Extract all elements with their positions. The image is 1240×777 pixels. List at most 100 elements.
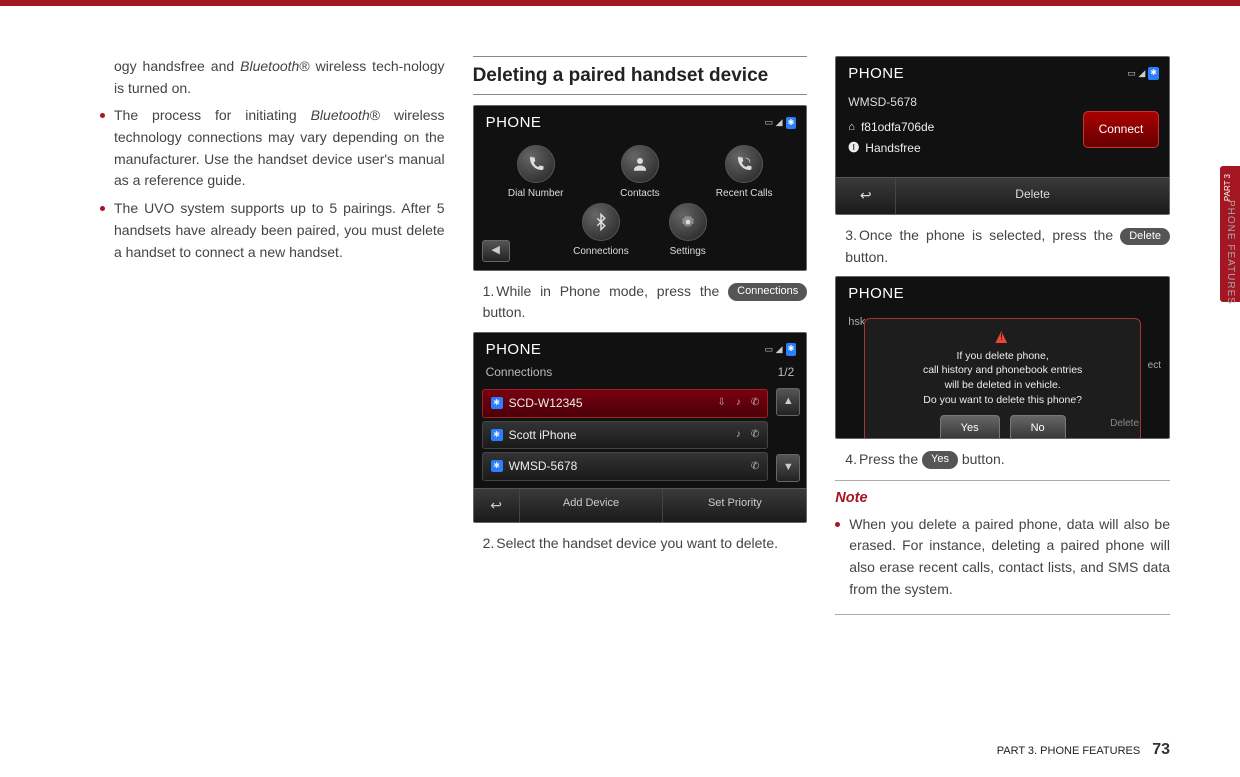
handsfree-icon: 🅘	[848, 140, 859, 157]
device-name: Scott iPhone	[509, 426, 577, 445]
device-row[interactable]: ✱ WMSD-5678 ✆	[482, 452, 769, 481]
menu-contacts[interactable]: Contacts	[620, 145, 659, 202]
delete-button[interactable]: Delete	[896, 178, 1169, 214]
gear-icon	[679, 213, 697, 231]
bullet-item: ogy handsfree and Bluetooth® wireless te…	[100, 56, 445, 99]
step-text: button.	[845, 249, 888, 265]
dialog-line: will be deleted in vehicle.	[875, 378, 1130, 393]
device-name: WMSD-5678	[509, 457, 578, 476]
menu-connections[interactable]: Connections	[573, 203, 629, 260]
note-item: When you delete a paired phone, data wil…	[835, 514, 1170, 601]
phone-icon: ✆	[751, 459, 759, 475]
phone-icon: ✆	[751, 395, 759, 411]
step-text: Press the	[859, 451, 922, 467]
step-4: 4.Press the Yes button.	[845, 449, 1170, 471]
bullet-item: The process for initiating Bluetooth® wi…	[100, 105, 445, 192]
device-row[interactable]: ✱ Scott iPhone ♪ ✆	[482, 421, 769, 450]
section-heading: Deleting a paired handset device	[473, 61, 808, 95]
ss-title: PHONE	[848, 282, 904, 305]
device-name: SCD-W12345	[509, 394, 583, 413]
menu-label: Recent Calls	[716, 186, 773, 202]
text-fragment: ogy handsfree and	[114, 58, 240, 74]
bluetooth-icon: ✱	[491, 429, 503, 441]
text-fragment: The process for initiating	[114, 107, 311, 123]
step-text: While in Phone mode, press the	[496, 283, 728, 299]
step-2: 2.Select the handset device you want to …	[483, 533, 808, 555]
page-content: ogy handsfree and Bluetooth® wireless te…	[0, 6, 1240, 635]
dialog-line: If you delete phone,	[875, 349, 1130, 364]
status-icons: ▭ ◢ ✱	[765, 343, 797, 357]
delete-pill: Delete	[1120, 228, 1170, 245]
contact-icon	[631, 155, 649, 173]
set-priority-button[interactable]: Set Priority	[663, 489, 806, 523]
ss-title: PHONE	[848, 62, 904, 85]
menu-label: Connections	[573, 244, 629, 260]
phone-icon	[527, 155, 545, 173]
screenshot-phone-menu: PHONE ▭ ◢ ✱ Dial Number Contacts Recent …	[473, 105, 808, 270]
section-rule	[473, 56, 808, 57]
dialog-line: Do you want to delete this phone?	[875, 393, 1130, 408]
device-row-selected[interactable]: ✱ SCD-W12345 ⇩ ♪ ✆	[482, 389, 769, 418]
bluetooth-icon	[592, 213, 610, 231]
scroll-up-button[interactable]: ▲	[776, 388, 800, 416]
bluetooth-icon: ✱	[491, 397, 503, 409]
music-icon: ♪	[736, 427, 741, 443]
recent-icon	[735, 155, 753, 173]
side-tab-part: PART 3	[1223, 174, 1232, 201]
step-text: Once the phone is selected, press the	[859, 227, 1120, 243]
back-button[interactable]: ◀	[482, 240, 510, 262]
ss-title: PHONE	[486, 111, 542, 134]
yes-button[interactable]: Yes	[940, 415, 1000, 438]
warning-icon: ▲!	[875, 327, 1130, 347]
yes-pill: Yes	[922, 451, 958, 468]
footer-crumb: PART 3. PHONE FEATURES	[997, 745, 1140, 757]
phone-icon: ✆	[751, 427, 759, 443]
step-text: Select the handset device you want to de…	[496, 535, 778, 551]
screenshot-delete-confirm: PHONE hsk ect ▲! If you delete phone, ca…	[835, 276, 1170, 438]
column-middle: Deleting a paired handset device PHONE ▭…	[473, 56, 808, 615]
step-3: 3.Once the phone is selected, press the …	[845, 225, 1170, 268]
connections-pill: Connections	[728, 283, 807, 300]
screenshot-connections-list: PHONE ▭ ◢ ✱ Connections 1/2 ✱ SCD-W12345…	[473, 332, 808, 523]
screenshot-device-detail: PHONE ▭ ◢ ✱ WMSD-5678 ⌂ f81odfa706de 🅘 Han…	[835, 56, 1170, 215]
column-right: PHONE ▭ ◢ ✱ WMSD-5678 ⌂ f81odfa706de 🅘 Han…	[835, 56, 1170, 615]
page-indicator: 1/2	[778, 363, 795, 382]
step-text: button.	[483, 304, 526, 320]
device-name: WMSD-5678	[848, 93, 1159, 112]
connect-button[interactable]: Connect	[1083, 111, 1159, 148]
confirm-dialog: ▲! If you delete phone, call history and…	[864, 318, 1141, 439]
page-footer: PART 3. PHONE FEATURES 73	[997, 741, 1170, 759]
bluetooth-italic: Bluetooth	[311, 107, 370, 123]
bluetooth-italic: Bluetooth	[240, 58, 299, 74]
ss-title: PHONE	[486, 338, 542, 361]
handsfree-label: Handsfree	[865, 139, 920, 158]
menu-dial-number[interactable]: Dial Number	[508, 145, 564, 202]
device-address: f81odfa706de	[861, 118, 934, 137]
bluetooth-icon: ✱	[491, 460, 503, 472]
menu-label: Settings	[669, 244, 707, 260]
left-bullet-list: ogy handsfree and Bluetooth® wireless te…	[100, 56, 445, 263]
page-number: 73	[1152, 741, 1170, 759]
step-1: 1.While in Phone mode, press the Connect…	[483, 281, 808, 324]
status-icons: ▭ ◢ ✱	[765, 116, 797, 130]
dialog-line: call history and phonebook entries	[875, 363, 1130, 378]
back-button[interactable]: ↩	[836, 178, 896, 214]
side-tab-label: PHONE FEATURES	[1225, 200, 1236, 305]
step-text: button.	[958, 451, 1005, 467]
add-device-button[interactable]: Add Device	[520, 489, 664, 523]
status-icons: ▭ ◢ ✱	[1127, 67, 1159, 81]
ss-subtitle: Connections	[486, 363, 553, 382]
no-button[interactable]: No	[1010, 415, 1066, 438]
menu-label: Contacts	[620, 186, 659, 202]
scroll-down-button[interactable]: ▼	[776, 454, 800, 482]
menu-settings[interactable]: Settings	[669, 203, 707, 260]
menu-recent-calls[interactable]: Recent Calls	[716, 145, 773, 202]
home-icon: ⌂	[848, 119, 855, 136]
note-list: When you delete a paired phone, data wil…	[835, 514, 1170, 601]
music-icon: ♪	[736, 395, 741, 411]
bg-delete-fragment: Delete	[1110, 416, 1139, 432]
back-button[interactable]: ↩	[474, 489, 520, 523]
dialog-text: If you delete phone, call history and ph…	[875, 349, 1130, 408]
download-icon: ⇩	[718, 395, 726, 411]
bullet-item: The UVO system supports up to 5 pairings…	[100, 198, 445, 263]
